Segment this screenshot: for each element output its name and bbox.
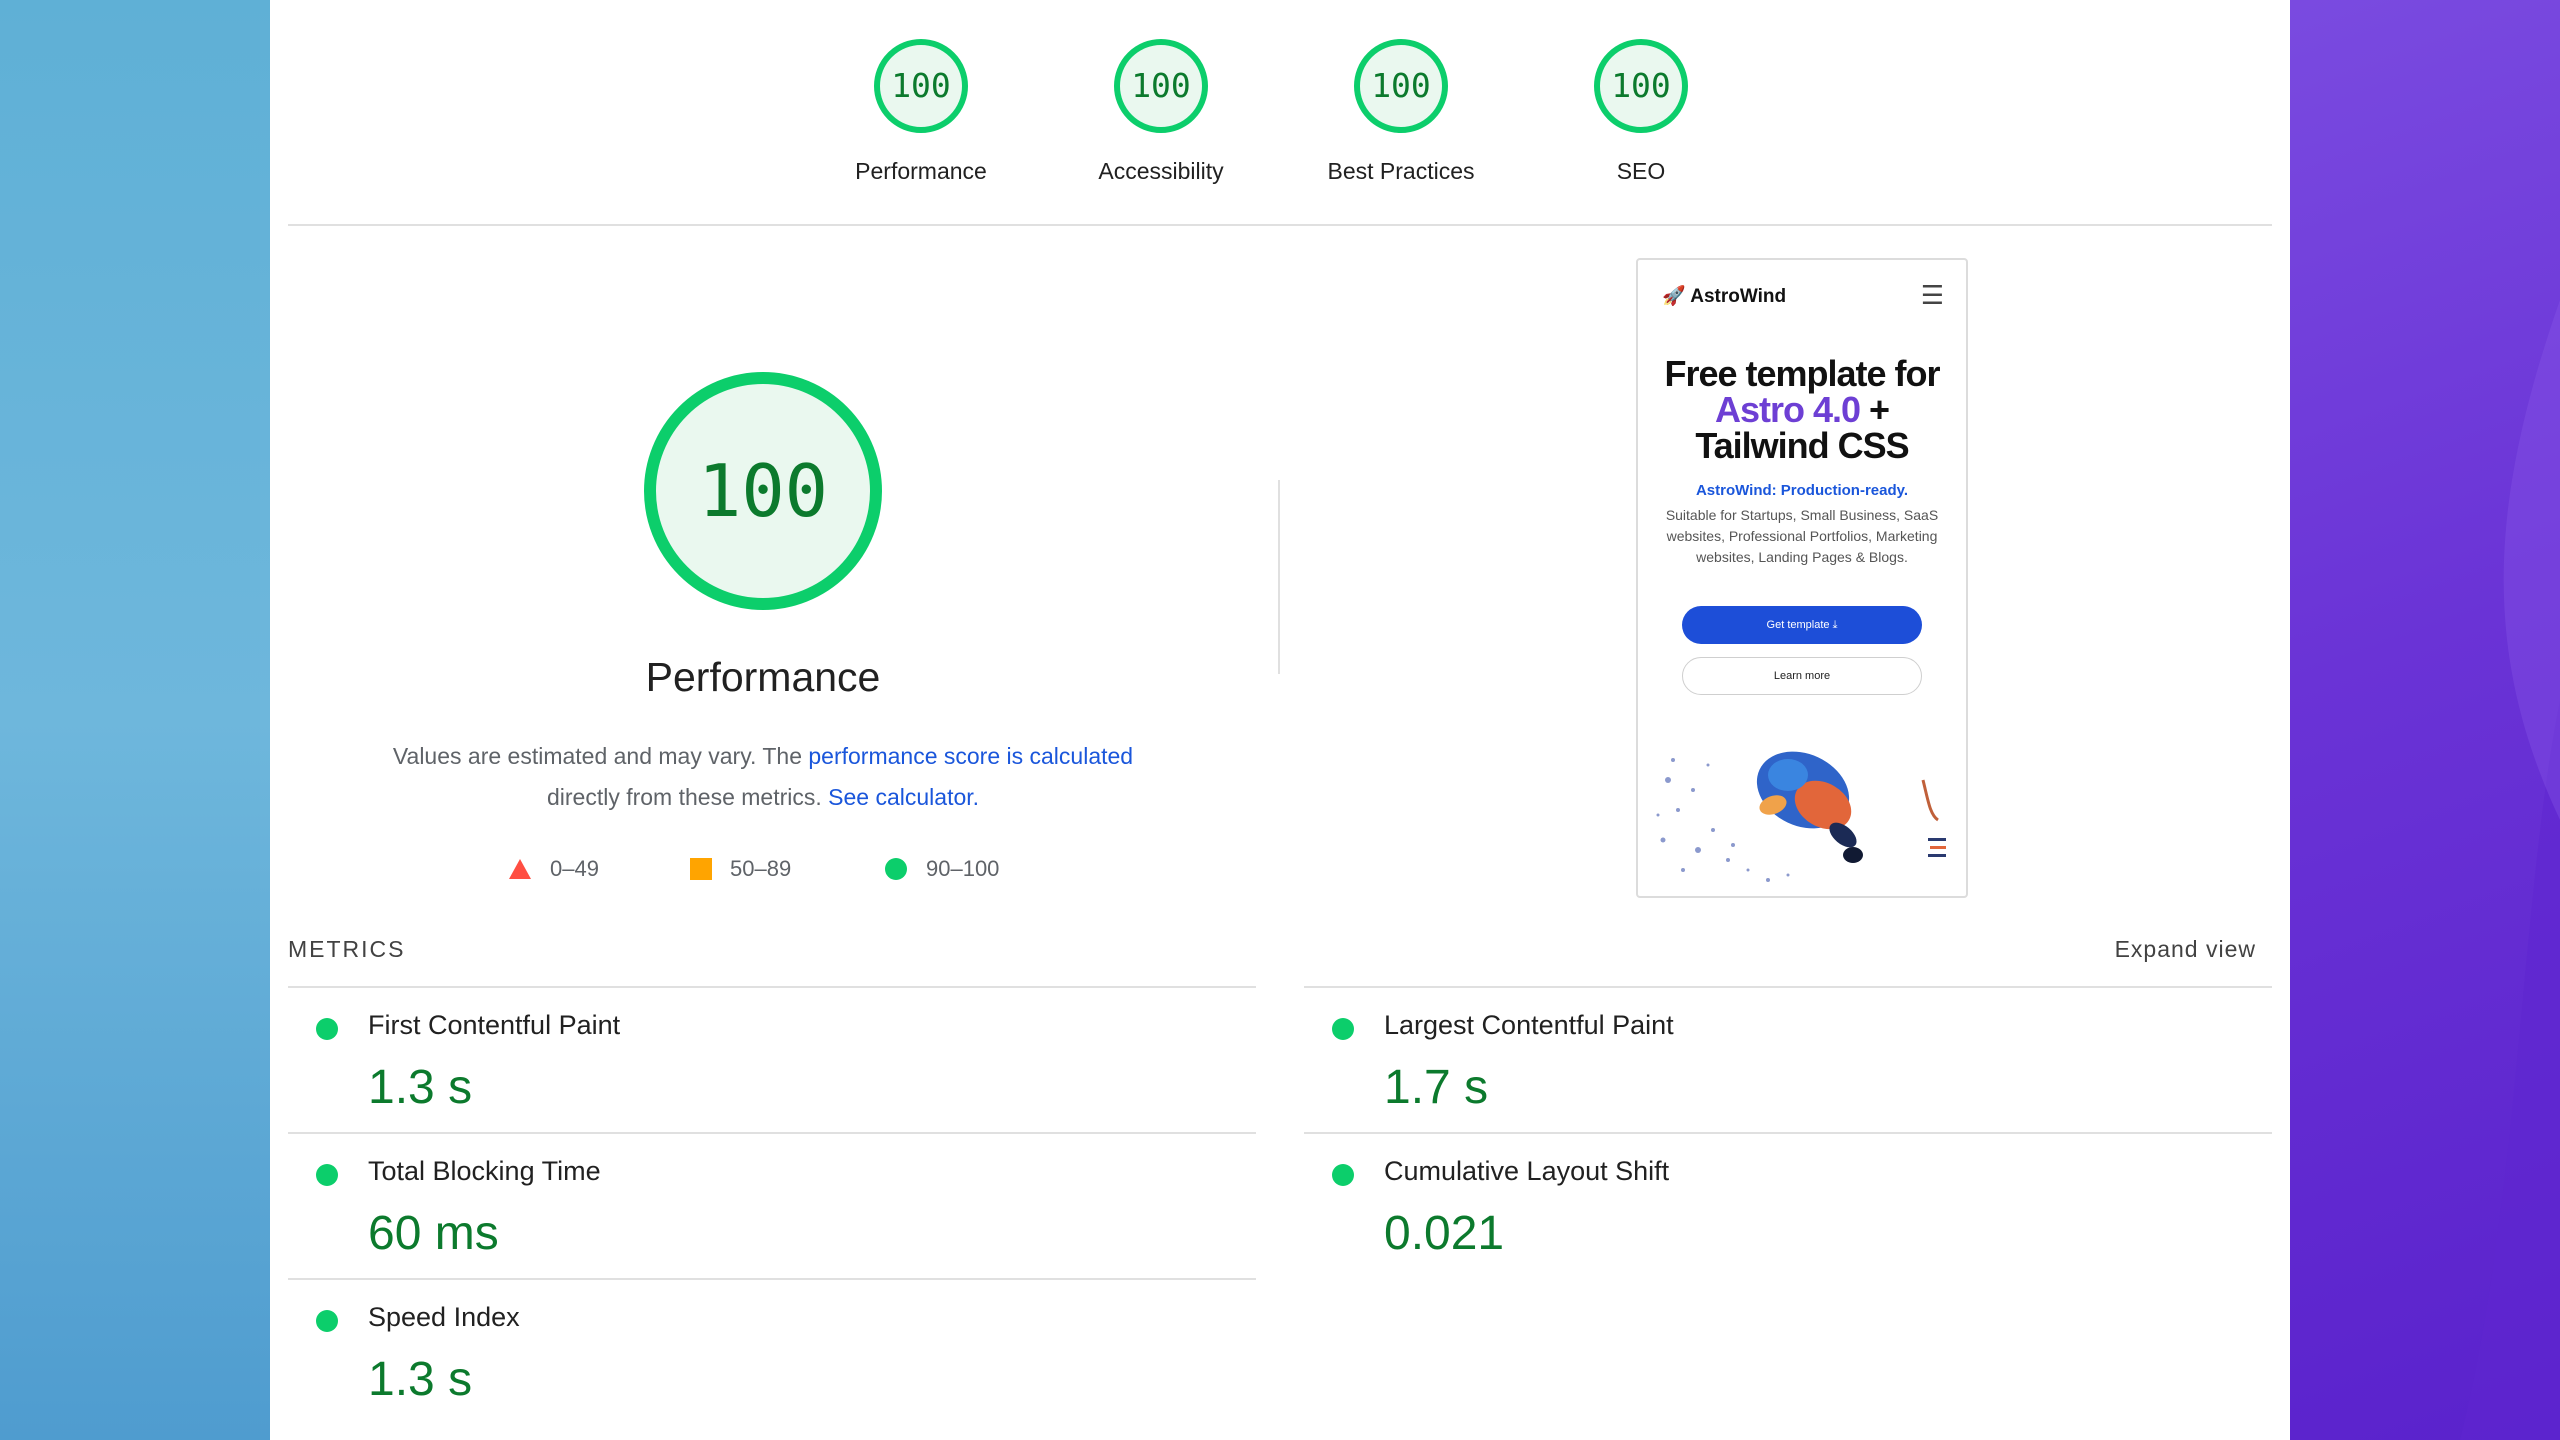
gauge-accessibility[interactable]: 100 Accessibility [1041, 36, 1281, 185]
vertical-separator [1278, 480, 1280, 674]
score-legend: 0–49 50–89 90–100 [508, 854, 1028, 884]
pass-circle-icon [316, 1018, 338, 1040]
gauge-score: 100 [1371, 66, 1431, 105]
metric-largest-contentful-paint[interactable]: Largest Contentful Paint 1.7 s [1304, 988, 2264, 1134]
metric-cumulative-layout-shift[interactable]: Cumulative Layout Shift 0.021 [1304, 1134, 2264, 1280]
preview-subtitle: AstroWind: Production-ready. [1695, 482, 1909, 499]
legend-range: 0–49 [550, 856, 599, 881]
gauge-score: 100 [891, 66, 951, 105]
preview-brand: 🚀 AstroWind [1662, 286, 1787, 307]
score-ring: 100 [1351, 36, 1451, 136]
gauge-performance[interactable]: 100 Performance [801, 36, 1041, 185]
preview-headline: Free template for Astro 4.0 + Tailwind C… [1638, 356, 1966, 464]
gauge-score: 100 [1611, 66, 1671, 105]
metric-name: Largest Contentful Paint [1384, 1010, 1674, 1040]
headline-plus: + [1860, 389, 1890, 430]
legend-range: 50–89 [730, 856, 792, 881]
metric-value: 60 ms [368, 1207, 499, 1260]
metric-name: Cumulative Layout Shift [1384, 1156, 1670, 1186]
circle-icon [885, 858, 907, 880]
score-ring: 100 [871, 36, 971, 136]
pass-circle-icon [316, 1164, 338, 1186]
score-ring: 100 [1591, 36, 1691, 136]
metrics-section-label: METRICS [288, 936, 406, 962]
metric-speed-index[interactable]: Speed Index 1.3 s [288, 1280, 1248, 1426]
desktop-wave-decoration [2460, 0, 2560, 1440]
preview-get-template-button: Get template ⤓ [1682, 606, 1922, 644]
desc-text: Values are estimated and may vary. The [392, 743, 809, 769]
metric-value: 1.3 s [368, 1061, 473, 1114]
metric-total-blocking-time[interactable]: Total Blocking Time 60 ms [288, 1134, 1248, 1280]
metric-name: Total Blocking Time [368, 1156, 601, 1186]
legend-average: 50–89 [690, 854, 791, 884]
metric-name: First Contentful Paint [368, 1010, 621, 1040]
triangle-icon [509, 859, 531, 879]
headline-line: Tailwind CSS [1695, 425, 1909, 466]
gauge-seo[interactable]: 100 SEO [1521, 36, 1761, 185]
headline-line: Free template for [1664, 353, 1940, 394]
desktop-background-left [0, 0, 300, 1440]
desc-text: directly from these metrics. [546, 784, 829, 810]
pass-circle-icon [1332, 1018, 1354, 1040]
gauge-score: 100 [1131, 66, 1191, 105]
gauge-best-practices[interactable]: 100 Best Practices [1281, 36, 1521, 185]
square-icon [690, 858, 712, 880]
gauge-label: SEO [1616, 158, 1666, 184]
metric-value: 1.7 s [1384, 1061, 1489, 1114]
preview-learn-more-button: Learn more [1682, 657, 1922, 695]
expand-view-toggle[interactable]: Expand view [2115, 936, 2256, 963]
metric-value: 0.021 [1384, 1207, 1505, 1260]
gauge-label: Accessibility [1098, 158, 1224, 184]
astronaut-illustration [1656, 751, 1946, 882]
hamburger-menu-icon: ☰ [1920, 280, 1944, 310]
headline-line: Astro 4.0 + [1638, 392, 1966, 428]
performance-score: 100 [697, 449, 829, 533]
metric-name: Speed Index [368, 1302, 520, 1332]
see-calculator-link[interactable]: See calculator. [828, 784, 979, 810]
header-divider [288, 224, 2272, 226]
final-screenshot-preview[interactable]: 🚀 AstroWind ☰ Free template for Astro 4.… [1636, 258, 1968, 898]
performance-description: Values are estimated and may vary. The p… [360, 736, 1166, 818]
score-calculation-link[interactable]: performance score is calculated [808, 743, 1133, 769]
metric-first-contentful-paint[interactable]: First Contentful Paint 1.3 s [288, 988, 1248, 1134]
metric-value: 1.3 s [368, 1353, 473, 1406]
gauge-label: Best Practices [1327, 158, 1475, 184]
gauge-label: Performance [855, 158, 987, 184]
preview-description: Suitable for Startups, Small Business, S… [1665, 507, 1939, 565]
headline-highlight: Astro 4.0 [1714, 389, 1861, 430]
score-ring: 100 [1111, 36, 1211, 136]
pass-circle-icon [1332, 1164, 1354, 1186]
lighthouse-report: 100 Performance 100 Accessibility 100 Be… [270, 0, 2290, 1440]
legend-pass: 90–100 [884, 854, 999, 884]
performance-title: Performance [645, 654, 881, 700]
legend-fail: 0–49 [508, 854, 599, 884]
legend-range: 90–100 [926, 856, 1000, 881]
pass-circle-icon [316, 1310, 338, 1332]
